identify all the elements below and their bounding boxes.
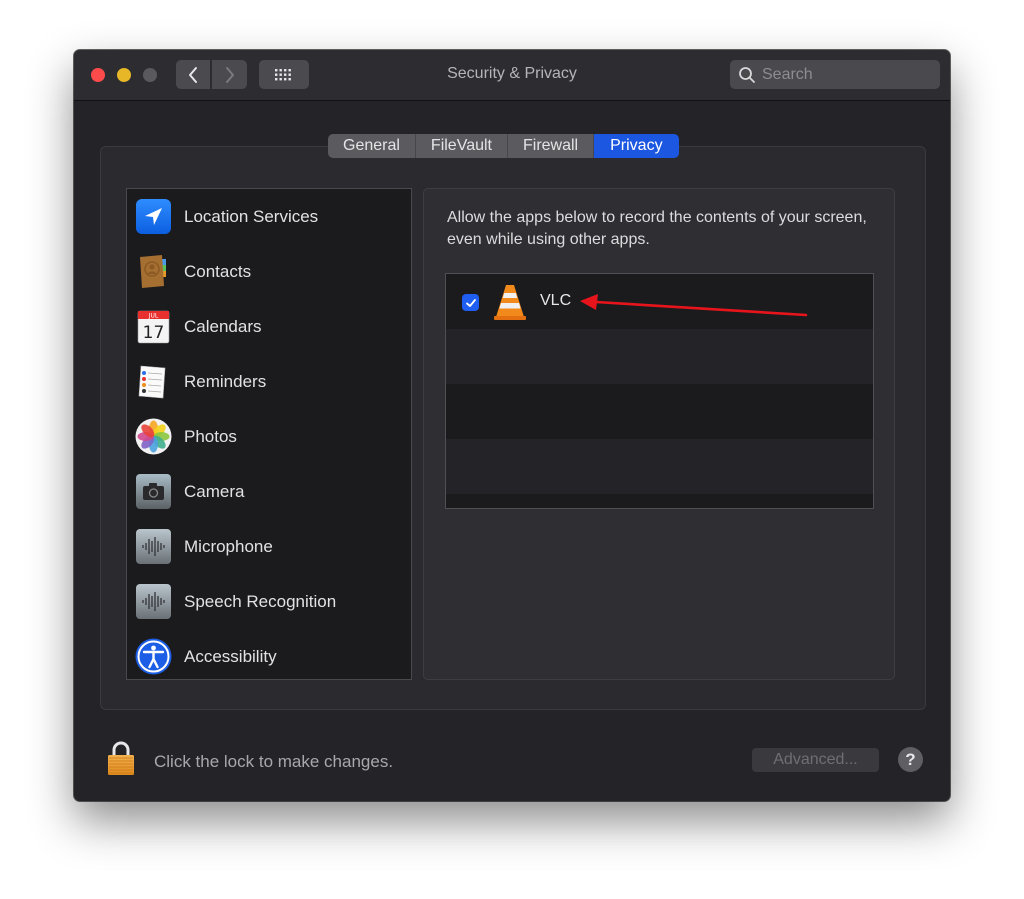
sidebar-item-label: Microphone	[184, 536, 273, 556]
vlc-cone-icon	[494, 285, 526, 320]
accessibility-figure-icon	[135, 638, 172, 675]
search-icon	[739, 66, 755, 83]
advanced-button[interactable]: Advanced...	[752, 748, 879, 772]
tab-general[interactable]: General	[328, 134, 416, 158]
sidebar-item-contacts[interactable]: Contacts	[127, 244, 411, 299]
sidebar-item-label: Reminders	[184, 371, 267, 391]
title-bar: Security & Privacy Search	[74, 50, 950, 101]
sidebar-item-accessibility[interactable]: Accessibility	[127, 629, 411, 684]
photos-flower-icon	[135, 418, 172, 455]
speech-waveform-icon	[136, 584, 171, 619]
search-placeholder: Search	[762, 65, 813, 83]
sidebar-item-location-services[interactable]: Location Services	[127, 189, 411, 244]
sidebar-item-calendars[interactable]: JUL 17 Calendars	[127, 299, 411, 354]
tab-bar: General FileVault Firewall Privacy	[328, 134, 679, 158]
contacts-book-icon	[140, 255, 166, 288]
app-row-empty	[446, 384, 873, 439]
app-row-empty	[446, 494, 873, 508]
app-row-vlc[interactable]: VLC	[446, 274, 873, 329]
app-name: VLC	[540, 292, 572, 309]
sidebar-item-photos[interactable]: Photos	[127, 409, 411, 464]
sidebar-item-microphone[interactable]: Microphone	[127, 519, 411, 574]
sidebar-item-reminders[interactable]: Reminders	[127, 354, 411, 409]
app-row-empty	[446, 439, 873, 494]
svg-text:17: 17	[143, 323, 165, 343]
svg-text:JUL: JUL	[148, 313, 159, 320]
lock-label: Click the lock to make changes.	[154, 752, 394, 771]
sidebar-item-label: Camera	[184, 481, 245, 501]
lock-icon[interactable]	[107, 740, 135, 776]
location-arrow-icon	[136, 199, 171, 234]
screen-recording-description: Allow the apps below to record the conte…	[447, 209, 867, 248]
camera-icon	[136, 474, 171, 509]
sidebar-item-label: Calendars	[184, 316, 262, 336]
tab-firewall[interactable]: Firewall	[507, 134, 595, 158]
sidebar-item-label: Contacts	[184, 261, 252, 281]
vlc-allow-checkbox[interactable]	[462, 294, 479, 311]
screen-recording-panel: Allow the apps below to record the conte…	[423, 188, 895, 680]
tab-privacy[interactable]: Privacy	[594, 134, 679, 158]
security-privacy-window: Security & Privacy Search General FileVa…	[74, 50, 950, 801]
app-row-empty	[446, 329, 873, 384]
search-field[interactable]: Search	[730, 60, 940, 89]
sidebar-item-label: Location Services	[184, 206, 319, 226]
help-button[interactable]: ?	[898, 747, 923, 772]
privacy-category-list: Location Services Contacts JUL 17 Calend…	[126, 188, 412, 680]
sidebar-item-label: Speech Recognition	[184, 591, 337, 611]
microphone-waveform-icon	[136, 529, 171, 564]
tab-filevault[interactable]: FileVault	[415, 134, 508, 158]
sidebar-item-speech-recognition[interactable]: Speech Recognition	[127, 574, 411, 629]
calendar-icon: JUL 17	[137, 310, 170, 344]
sidebar-item-label: Accessibility	[184, 646, 277, 666]
red-annotation-arrow-icon	[580, 294, 808, 317]
app-list: VLC	[445, 273, 874, 509]
sidebar-item-camera[interactable]: Camera	[127, 464, 411, 519]
sidebar-item-label: Photos	[184, 426, 237, 446]
reminders-list-icon	[138, 365, 166, 399]
checkmark-icon	[465, 298, 476, 307]
